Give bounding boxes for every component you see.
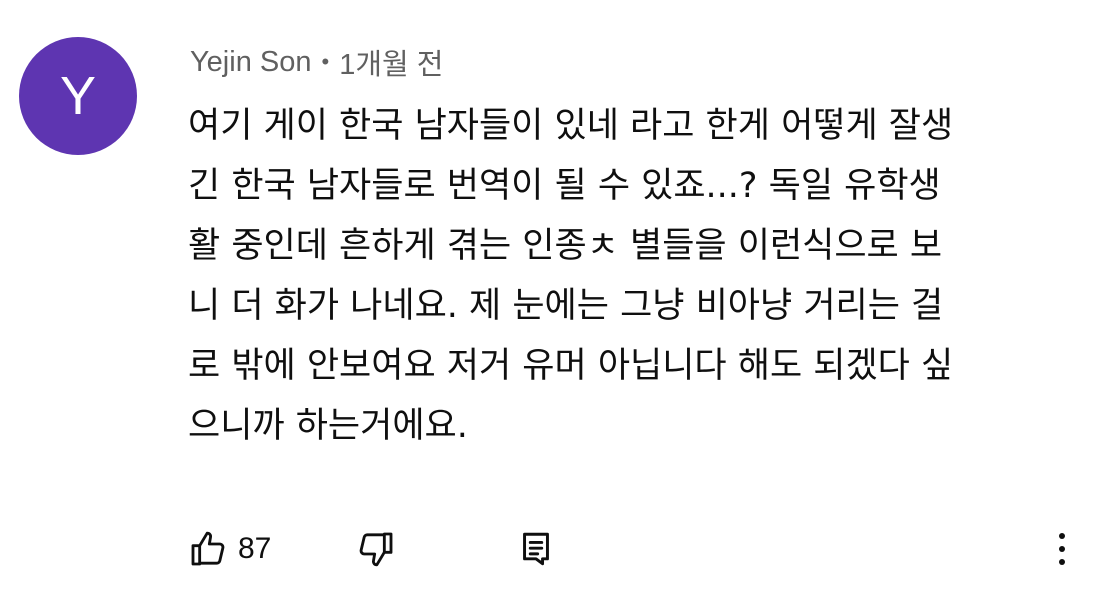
comment-text: 여기 게이 한국 남자들이 있네 라고 한게 어떻게 잘생 긴 한국 남자들로 …	[188, 96, 1068, 456]
comment-text-line: 여기 게이 한국 남자들이 있네 라고 한게 어떻게 잘생	[188, 106, 954, 146]
avatar-letter: Y	[59, 66, 97, 126]
comment-text-line: 로 밖에 안보여요 저거 유머 아닙니다 해도 되겠다 싶	[188, 346, 954, 386]
comment-text-line: 활 중인데 흔하게 겪는 인종ㅊ 별들을 이런식으로 보	[188, 226, 943, 266]
like-button[interactable]: 87	[188, 527, 271, 571]
comment-thread: Y Yejin Son • 1개월 전 여기 게이 한국 남자들이 있네 라고 …	[0, 0, 1095, 594]
comment-timestamp[interactable]: 1개월 전	[339, 41, 443, 83]
avatar[interactable]: Y	[19, 37, 137, 155]
comment-header: Yejin Son • 1개월 전	[190, 42, 443, 82]
like-count: 87	[238, 532, 272, 565]
thumbs-down-icon	[356, 529, 396, 569]
reply-button[interactable]	[518, 527, 554, 571]
comment-text-line: 니 더 화가 나네요. 제 눈에는 그냥 비아냥 거리는 걸	[188, 286, 944, 326]
comment-text-line: 으니까 하는거에요.	[188, 406, 468, 446]
more-vert-icon	[1057, 529, 1067, 569]
author-name[interactable]: Yejin Son	[190, 46, 311, 79]
reply-icon	[518, 529, 554, 569]
comment-text-line: 긴 한국 남자들로 번역이 될 수 있죠...? 독일 유학생	[188, 166, 941, 206]
dislike-button[interactable]	[356, 527, 396, 571]
more-options-button[interactable]	[1050, 527, 1074, 571]
meta-separator: •	[321, 49, 330, 74]
thumbs-up-icon	[188, 529, 228, 569]
comment-actions: 87	[188, 527, 1078, 571]
